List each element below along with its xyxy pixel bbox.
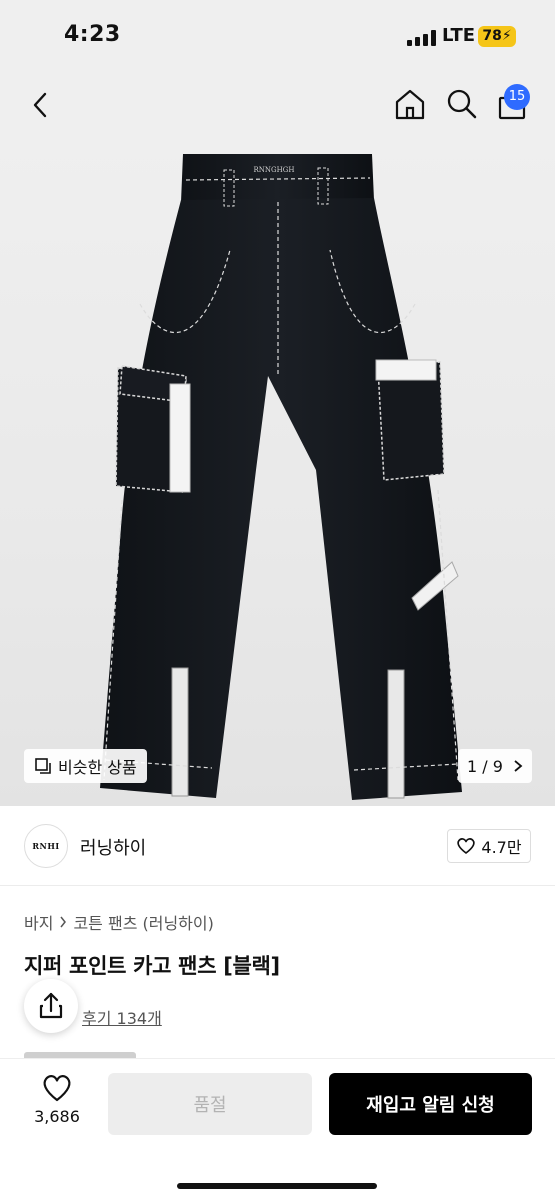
battery-level: 78 [482,28,502,44]
home-indicator [177,1183,377,1189]
wishlist-button[interactable]: 3,686 [20,1073,94,1137]
back-button[interactable] [24,88,58,122]
bottom-action-bar: 3,686 품절 재입고 알림 신청 [0,1058,555,1200]
chevron-right-icon [514,760,523,772]
wishlist-count: 3,686 [34,1107,80,1126]
heart-icon [457,838,476,854]
home-button[interactable] [392,86,428,122]
battery-icon: 78⚡ [478,26,516,47]
signal-icon [407,30,437,46]
waistband-label: RNNGHGH [254,166,295,174]
network-type: LTE [442,25,476,46]
copy-icon [35,758,51,774]
share-button[interactable] [24,979,78,1033]
brand-like-button[interactable]: 4.7만 [447,829,531,863]
breadcrumb: 바지 코튼 팬츠 (러닝하이) [24,910,214,934]
status-time: 4:23 [64,22,121,47]
similar-products-button[interactable]: 비슷한 상품 [24,749,147,783]
review-link[interactable]: 후기 134개 [82,1005,162,1029]
brand-like-count: 4.7만 [481,838,522,857]
search-icon [447,89,477,119]
similar-products-label: 비슷한 상품 [58,758,137,777]
brand-row[interactable]: RNHI 러닝하이 4.7만 [0,806,555,886]
status-bar: 4:23 LTE 78⚡ [0,0,555,70]
restock-alert-button[interactable]: 재입고 알림 신청 [329,1073,532,1135]
cart-count-badge: 15 [504,84,530,110]
share-icon [39,992,63,1019]
chevron-right-icon [60,916,67,928]
brand-name[interactable]: 러닝하이 [80,834,146,860]
heart-icon [43,1075,71,1102]
soldout-button: 품절 [108,1073,312,1135]
chevron-left-icon [33,92,47,118]
breadcrumb-subcategory[interactable]: 코튼 팬츠 (러닝하이) [73,910,213,934]
product-image[interactable]: RNNGHGH [0,140,555,806]
app-header [0,70,555,140]
product-title: 지퍼 포인트 카고 팬츠 [블랙] [24,954,280,978]
search-button[interactable] [444,86,480,122]
pager-text: 1 / 9 [467,756,503,776]
breadcrumb-category[interactable]: 바지 [24,910,53,934]
brand-logo: RNHI [24,824,68,868]
image-pager[interactable]: 1 / 9 [458,749,532,783]
cargo-pants-illustration: RNNGHGH [100,154,462,800]
home-icon [395,89,425,120]
